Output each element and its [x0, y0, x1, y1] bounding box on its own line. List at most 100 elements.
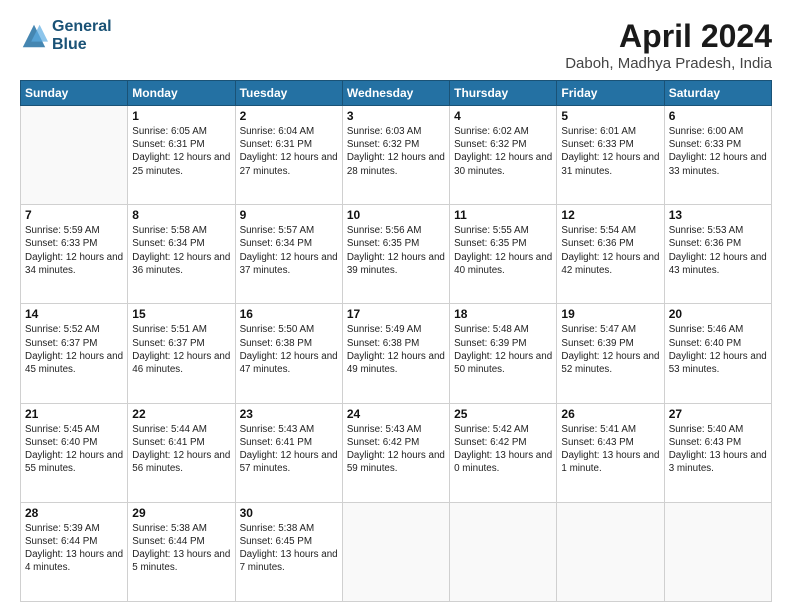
- day-cell: 23 Sunrise: 5:43 AM Sunset: 6:41 PM Dayli…: [235, 403, 342, 502]
- day-number: 5: [561, 109, 659, 123]
- day-info: Sunrise: 5:58 AM Sunset: 6:34 PM Dayligh…: [132, 224, 230, 277]
- day-info: Sunrise: 5:52 AM Sunset: 6:37 PM Dayligh…: [25, 323, 123, 376]
- day-info: Sunrise: 5:45 AM Sunset: 6:40 PM Dayligh…: [25, 423, 123, 476]
- day-cell: 7Sunrise: 5:59 AM Sunset: 6:33 PM Daylig…: [21, 205, 128, 304]
- day-number: 3: [347, 109, 445, 123]
- day-cell: 25 Sunrise: 5:42 AM Sunset: 6:42 PM Dayli…: [450, 403, 557, 502]
- day-info: Sunrise: 5:49 AM Sunset: 6:38 PM Dayligh…: [347, 323, 445, 376]
- day-cell: [21, 106, 128, 205]
- day-cell: 27Sunrise: 5:40 AM Sunset: 6:43 PM Dayli…: [664, 403, 771, 502]
- col-friday: Friday: [557, 81, 664, 106]
- logo-icon: [20, 22, 48, 50]
- day-cell: 3 Sunrise: 6:03 AM Sunset: 6:32 PM Daylig…: [342, 106, 449, 205]
- day-cell: 8 Sunrise: 5:58 AM Sunset: 6:34 PM Daylig…: [128, 205, 235, 304]
- day-cell: [664, 502, 771, 601]
- day-cell: 1 Sunrise: 6:05 AM Sunset: 6:31 PM Daylig…: [128, 106, 235, 205]
- col-wednesday: Wednesday: [342, 81, 449, 106]
- day-info: Sunrise: 6:03 AM Sunset: 6:32 PM Dayligh…: [347, 125, 445, 178]
- day-info: Sunrise: 5:48 AM Sunset: 6:39 PM Dayligh…: [454, 323, 552, 376]
- header: General Blue April 2024 Daboh, Madhya Pr…: [20, 18, 772, 72]
- logo: General Blue: [20, 18, 112, 53]
- day-cell: 29 Sunrise: 5:38 AM Sunset: 6:44 PM Dayli…: [128, 502, 235, 601]
- day-number: 1: [132, 109, 230, 123]
- day-number: 2: [240, 109, 338, 123]
- day-cell: 21 Sunrise: 5:45 AM Sunset: 6:40 PM Dayli…: [21, 403, 128, 502]
- logo-line2: Blue: [52, 36, 112, 54]
- col-monday: Monday: [128, 81, 235, 106]
- page: General Blue April 2024 Daboh, Madhya Pr…: [0, 0, 792, 612]
- day-info: Sunrise: 5:39 AM Sunset: 6:44 PM Dayligh…: [25, 522, 123, 575]
- day-cell: 15 Sunrise: 5:51 AM Sunset: 6:37 PM Dayli…: [128, 304, 235, 403]
- day-number: 30: [240, 506, 338, 520]
- day-cell: [450, 502, 557, 601]
- day-number: 9: [240, 208, 338, 222]
- day-cell: 19 Sunrise: 5:47 AM Sunset: 6:39 PM Dayli…: [557, 304, 664, 403]
- day-number: 19: [561, 307, 659, 321]
- day-number: 18: [454, 307, 552, 321]
- day-info: Sunrise: 5:57 AM Sunset: 6:34 PM Dayligh…: [240, 224, 338, 277]
- day-cell: 2Sunrise: 6:04 AM Sunset: 6:31 PM Daylig…: [235, 106, 342, 205]
- day-info: Sunrise: 5:44 AM Sunset: 6:41 PM Dayligh…: [132, 423, 230, 476]
- day-number: 12: [561, 208, 659, 222]
- main-title: April 2024: [565, 18, 772, 55]
- day-number: 8: [132, 208, 230, 222]
- week-row-0: 1 Sunrise: 6:05 AM Sunset: 6:31 PM Daylig…: [21, 106, 772, 205]
- day-info: Sunrise: 5:43 AM Sunset: 6:41 PM Dayligh…: [240, 423, 338, 476]
- day-info: Sunrise: 5:42 AM Sunset: 6:42 PM Dayligh…: [454, 423, 552, 476]
- day-cell: [557, 502, 664, 601]
- day-info: Sunrise: 5:38 AM Sunset: 6:44 PM Dayligh…: [132, 522, 230, 575]
- day-number: 25: [454, 407, 552, 421]
- calendar-table: Sunday Monday Tuesday Wednesday Thursday…: [20, 80, 772, 602]
- week-row-4: 28Sunrise: 5:39 AM Sunset: 6:44 PM Dayli…: [21, 502, 772, 601]
- day-number: 26: [561, 407, 659, 421]
- day-info: Sunrise: 5:55 AM Sunset: 6:35 PM Dayligh…: [454, 224, 552, 277]
- subtitle: Daboh, Madhya Pradesh, India: [565, 55, 772, 72]
- day-number: 23: [240, 407, 338, 421]
- day-cell: 10 Sunrise: 5:56 AM Sunset: 6:35 PM Dayli…: [342, 205, 449, 304]
- day-number: 15: [132, 307, 230, 321]
- header-row: Sunday Monday Tuesday Wednesday Thursday…: [21, 81, 772, 106]
- day-number: 17: [347, 307, 445, 321]
- day-info: Sunrise: 5:54 AM Sunset: 6:36 PM Dayligh…: [561, 224, 659, 277]
- day-cell: 13 Sunrise: 5:53 AM Sunset: 6:36 PM Dayli…: [664, 205, 771, 304]
- day-cell: 14 Sunrise: 5:52 AM Sunset: 6:37 PM Dayli…: [21, 304, 128, 403]
- day-cell: 4 Sunrise: 6:02 AM Sunset: 6:32 PM Daylig…: [450, 106, 557, 205]
- day-info: Sunrise: 6:00 AM Sunset: 6:33 PM Dayligh…: [669, 125, 767, 178]
- day-info: Sunrise: 5:50 AM Sunset: 6:38 PM Dayligh…: [240, 323, 338, 376]
- day-number: 13: [669, 208, 767, 222]
- day-cell: 5 Sunrise: 6:01 AM Sunset: 6:33 PM Daylig…: [557, 106, 664, 205]
- week-row-2: 14 Sunrise: 5:52 AM Sunset: 6:37 PM Dayli…: [21, 304, 772, 403]
- day-number: 4: [454, 109, 552, 123]
- day-cell: 28Sunrise: 5:39 AM Sunset: 6:44 PM Dayli…: [21, 502, 128, 601]
- day-cell: 17 Sunrise: 5:49 AM Sunset: 6:38 PM Dayli…: [342, 304, 449, 403]
- logo-text: General Blue: [52, 18, 112, 53]
- day-cell: 26 Sunrise: 5:41 AM Sunset: 6:43 PM Dayli…: [557, 403, 664, 502]
- day-info: Sunrise: 5:56 AM Sunset: 6:35 PM Dayligh…: [347, 224, 445, 277]
- day-number: 21: [25, 407, 123, 421]
- day-cell: 6 Sunrise: 6:00 AM Sunset: 6:33 PM Daylig…: [664, 106, 771, 205]
- col-thursday: Thursday: [450, 81, 557, 106]
- day-cell: 20Sunrise: 5:46 AM Sunset: 6:40 PM Dayli…: [664, 304, 771, 403]
- day-number: 16: [240, 307, 338, 321]
- day-number: 6: [669, 109, 767, 123]
- day-info: Sunrise: 5:43 AM Sunset: 6:42 PM Dayligh…: [347, 423, 445, 476]
- day-number: 11: [454, 208, 552, 222]
- col-sunday: Sunday: [21, 81, 128, 106]
- day-info: Sunrise: 6:05 AM Sunset: 6:31 PM Dayligh…: [132, 125, 230, 178]
- day-info: Sunrise: 5:41 AM Sunset: 6:43 PM Dayligh…: [561, 423, 659, 476]
- day-cell: 11 Sunrise: 5:55 AM Sunset: 6:35 PM Dayli…: [450, 205, 557, 304]
- day-info: Sunrise: 5:53 AM Sunset: 6:36 PM Dayligh…: [669, 224, 767, 277]
- day-number: 10: [347, 208, 445, 222]
- day-info: Sunrise: 6:02 AM Sunset: 6:32 PM Dayligh…: [454, 125, 552, 178]
- logo-line1: General: [52, 18, 112, 36]
- calendar-body: 1 Sunrise: 6:05 AM Sunset: 6:31 PM Daylig…: [21, 106, 772, 602]
- week-row-1: 7Sunrise: 5:59 AM Sunset: 6:33 PM Daylig…: [21, 205, 772, 304]
- day-info: Sunrise: 5:47 AM Sunset: 6:39 PM Dayligh…: [561, 323, 659, 376]
- day-info: Sunrise: 5:51 AM Sunset: 6:37 PM Dayligh…: [132, 323, 230, 376]
- day-number: 14: [25, 307, 123, 321]
- day-number: 29: [132, 506, 230, 520]
- day-info: Sunrise: 5:59 AM Sunset: 6:33 PM Dayligh…: [25, 224, 123, 277]
- day-info: Sunrise: 6:01 AM Sunset: 6:33 PM Dayligh…: [561, 125, 659, 178]
- day-cell: 22 Sunrise: 5:44 AM Sunset: 6:41 PM Dayli…: [128, 403, 235, 502]
- day-number: 22: [132, 407, 230, 421]
